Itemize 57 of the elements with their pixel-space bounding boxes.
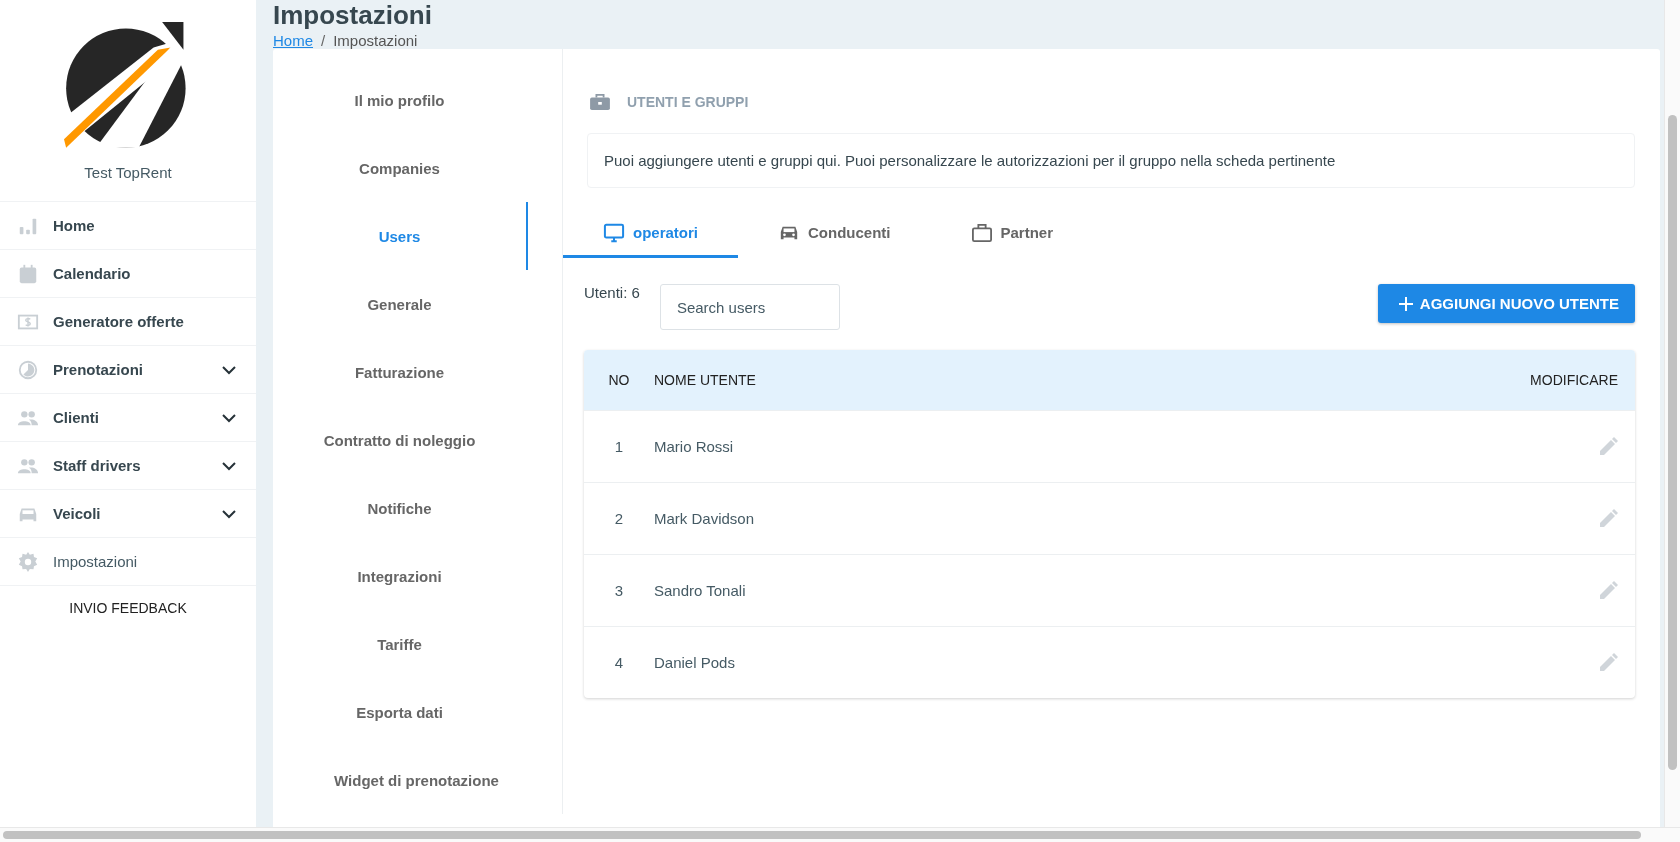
column-header: NOME UTENTE	[654, 372, 757, 388]
settings-nav-item[interactable]: Integrazioni	[273, 542, 528, 610]
sidebar-item[interactable]: Veicoli	[0, 490, 256, 538]
table-cell-text: Mario Rossi	[654, 438, 735, 455]
sidebar-item[interactable]: Generatore offerte	[0, 298, 256, 346]
settings-nav-item[interactable]: Fatturazione	[273, 338, 528, 406]
settings-nav-item[interactable]: Users	[273, 202, 528, 270]
settings-icon	[17, 550, 39, 573]
settings-nav-item[interactable]: Notifiche	[273, 474, 528, 542]
calendar-icon	[17, 262, 39, 285]
table-cell-text: Sandro Tonali	[654, 582, 747, 599]
breadcrumb-current: Impostazioni	[333, 32, 418, 49]
page-title: Impostazioni	[273, 0, 433, 30]
user-count: Utenti: 6	[584, 284, 640, 301]
sidebar-item[interactable]: Home	[0, 202, 256, 250]
sidebar-item[interactable]: Clienti	[0, 394, 256, 442]
settings-nav-item[interactable]: Generale	[273, 270, 528, 338]
column-header: NO	[607, 372, 631, 388]
sidebar-item[interactable]: Prenotazioni	[0, 346, 256, 394]
table-cell-text: 3	[613, 582, 625, 599]
edit-icon[interactable]	[1598, 580, 1618, 601]
info-text: Puoi aggiungere utenti e gruppi qui. Puoi personalizzare le autorizzazioni per il gruppo nella scheda pertinente	[587, 133, 1635, 188]
settings-nav-item[interactable]: Widget di prenotazione	[273, 746, 562, 814]
tab[interactable]: operatori	[563, 210, 738, 258]
table-cell-text: 1	[613, 438, 625, 455]
sidebar-item[interactable]: Staff drivers	[0, 442, 256, 490]
tab[interactable]: Conducenti	[738, 210, 931, 258]
clock-icon	[17, 358, 39, 381]
settings-nav-item[interactable]: Esporta dati	[273, 678, 528, 746]
edit-icon[interactable]	[1598, 652, 1618, 673]
tab[interactable]: Partner	[930, 210, 1094, 258]
sidebar-item[interactable]: Calendario	[0, 250, 256, 298]
settings-nav-item[interactable]: Contratto di noleggio	[273, 406, 528, 474]
horizontal-scrollbar[interactable]	[0, 827, 1680, 842]
briefcase-icon	[589, 93, 611, 111]
briefcase-icon	[970, 222, 993, 243]
search-field[interactable]: Search users	[659, 284, 840, 330]
settings-nav-item[interactable]: Il mio profilo	[273, 66, 528, 134]
table-cell-text: 2	[613, 510, 625, 527]
feedback-button[interactable]: INVIO FEEDBACK	[61, 596, 195, 620]
edit-icon[interactable]	[1598, 436, 1618, 457]
plus-icon	[1397, 295, 1414, 312]
sidebar-item[interactable]: Impostazioni	[0, 538, 256, 586]
breadcrumb-link[interactable]: Home	[273, 32, 313, 49]
table-cell-text: 4	[613, 654, 625, 671]
edit-icon[interactable]	[1598, 508, 1618, 529]
column-header: MODIFICARE	[1530, 372, 1619, 388]
settings-nav-item[interactable]: Tariffe	[273, 610, 528, 678]
monitor-icon	[603, 222, 625, 243]
breadcrumb-separator: /	[321, 32, 326, 49]
section-title: UTENTI E GRUPPI	[627, 94, 749, 110]
add-user-button[interactable]: AGGIUNGI NUOVO UTENTE	[1377, 284, 1635, 323]
vertical-scrollbar[interactable]	[1664, 0, 1680, 828]
table-cell-text: Mark Davidson	[654, 510, 756, 527]
settings-nav-item[interactable]: Companies	[273, 134, 528, 202]
table-cell-text: Daniel Pods	[654, 654, 736, 671]
company-name: Test TopRent	[84, 164, 172, 181]
